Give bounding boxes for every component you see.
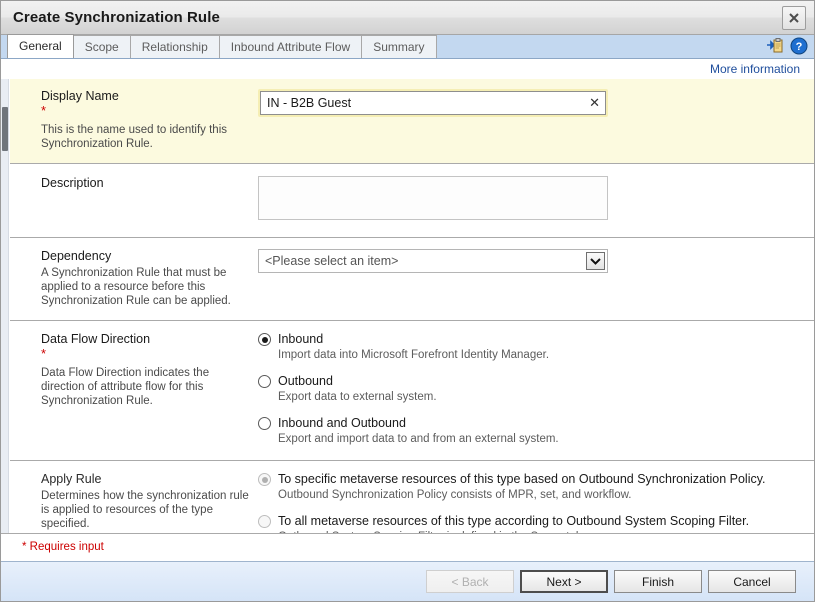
radio-apply-all	[258, 515, 271, 528]
display-name-required-marker: *	[41, 103, 47, 118]
create-synchronization-rule-dialog: Create Synchronization Rule General Scop…	[0, 0, 815, 602]
data-flow-required-marker: *	[41, 346, 47, 361]
radio-line-apply-specific: To specific metaverse resources of this …	[258, 472, 802, 486]
radio-apply-specific	[258, 473, 271, 486]
radio-inbound[interactable]	[258, 333, 271, 346]
close-icon[interactable]	[782, 6, 806, 30]
radio-row-inbound: Inbound Import data into Microsoft Foref…	[258, 332, 802, 362]
page-title: Create Synchronization Rule	[13, 9, 220, 26]
tab-relationship[interactable]: Relationship	[129, 35, 220, 58]
close-glyph	[789, 13, 799, 23]
title-bar: Create Synchronization Rule	[1, 1, 814, 35]
form-content: Display Name * This is the name used to …	[10, 79, 814, 533]
tab-strip-icons: ?	[766, 37, 808, 55]
section-apply-rule: Apply Rule Determines how the synchroniz…	[10, 461, 814, 533]
dialog-button-bar: < Back Next > Finish Cancel	[1, 561, 814, 601]
radio-line-outbound[interactable]: Outbound	[258, 374, 802, 388]
section-description: Description	[10, 164, 814, 238]
description-title: Description	[41, 176, 104, 190]
radio-line-inbound[interactable]: Inbound	[258, 332, 802, 346]
radio-inbound-label: Inbound	[278, 332, 324, 346]
radio-line-apply-all: To all metaverse resources of this type …	[258, 514, 802, 528]
chevron-down-icon[interactable]	[586, 252, 605, 270]
apply-rule-label-col: Apply Rule Determines how the synchroniz…	[22, 472, 252, 533]
apply-rule-description: Determines how the synchronization rule …	[41, 490, 249, 530]
radio-outbound[interactable]	[258, 375, 271, 388]
radio-apply-all-sublabel: Outbound System Scoping Filter is define…	[278, 530, 802, 533]
tab-strip: General Scope Relationship Inbound Attri…	[1, 34, 814, 59]
display-name-field-wrap: ✕	[258, 89, 608, 117]
tab-scope[interactable]: Scope	[72, 35, 131, 58]
dependency-selected-value: <Please select an item>	[265, 254, 399, 268]
apply-rule-title: Apply Rule	[41, 472, 102, 486]
radio-inbound-and-outbound-sublabel: Export and import data to and from an ex…	[278, 433, 559, 445]
display-name-title: Display Name	[41, 89, 119, 103]
more-information-link[interactable]: More information	[710, 62, 800, 76]
dependency-label-col: Dependency A Synchronization Rule that m…	[22, 249, 252, 308]
form-content-area: Display Name * This is the name used to …	[1, 79, 814, 533]
display-name-label-col: Display Name * This is the name used to …	[22, 89, 252, 151]
tab-inbound-attribute-flow[interactable]: Inbound Attribute Flow	[218, 35, 363, 58]
radio-apply-specific-label: To specific metaverse resources of this …	[278, 472, 766, 486]
help-icon[interactable]: ?	[790, 37, 808, 55]
finish-button[interactable]: Finish	[614, 570, 702, 593]
section-data-flow-direction: Data Flow Direction * Data Flow Directio…	[10, 321, 814, 461]
radio-row-inbound-and-outbound: Inbound and Outbound Export and import d…	[258, 416, 802, 446]
next-button[interactable]: Next >	[520, 570, 608, 593]
section-display-name: Display Name * This is the name used to …	[10, 79, 814, 164]
description-label-col: Description	[22, 176, 252, 223]
display-name-input-col: ✕	[252, 89, 802, 151]
radio-apply-specific-sublabel: Outbound Synchronization Policy consists…	[278, 489, 632, 501]
radio-inbound-and-outbound[interactable]	[258, 417, 271, 430]
radio-inbound-sublabel: Import data into Microsoft Forefront Ide…	[278, 349, 550, 361]
radio-row-outbound: Outbound Export data to external system.	[258, 374, 802, 404]
svg-text:?: ?	[796, 41, 803, 53]
cancel-button[interactable]: Cancel	[708, 570, 796, 593]
dependency-dropdown[interactable]: <Please select an item>	[258, 249, 608, 273]
description-input-col	[252, 176, 802, 223]
dependency-description: A Synchronization Rule that must be appl…	[41, 267, 231, 307]
description-textarea[interactable]	[258, 176, 608, 220]
section-dependency: Dependency A Synchronization Rule that m…	[10, 238, 814, 321]
data-flow-title: Data Flow Direction	[41, 332, 151, 346]
data-flow-label-col: Data Flow Direction * Data Flow Directio…	[22, 332, 252, 446]
radio-apply-all-label: To all metaverse resources of this type …	[278, 514, 750, 528]
clear-icon[interactable]: ✕	[589, 94, 600, 112]
radio-row-apply-all: To all metaverse resources of this type …	[258, 514, 802, 533]
display-name-description: This is the name used to identify this S…	[41, 124, 228, 150]
vertical-scrollbar[interactable]	[1, 79, 9, 533]
radio-outbound-label: Outbound	[278, 374, 333, 388]
data-flow-description: Data Flow Direction indicates the direct…	[41, 367, 210, 407]
back-button[interactable]: < Back	[426, 570, 514, 593]
paste-clipboard-icon[interactable]	[766, 37, 784, 55]
tab-general[interactable]: General	[7, 34, 74, 58]
radio-outbound-sublabel: Export data to external system.	[278, 391, 437, 403]
apply-rule-options-col: To specific metaverse resources of this …	[252, 472, 802, 533]
radio-line-inbound-and-outbound[interactable]: Inbound and Outbound	[258, 416, 802, 430]
radio-inbound-and-outbound-label: Inbound and Outbound	[278, 416, 406, 430]
tab-summary[interactable]: Summary	[361, 35, 437, 58]
display-name-input[interactable]	[260, 91, 606, 115]
dependency-input-col: <Please select an item>	[252, 249, 802, 308]
dependency-title: Dependency	[41, 249, 112, 263]
data-flow-options-col: Inbound Import data into Microsoft Foref…	[252, 332, 802, 446]
radio-row-apply-specific: To specific metaverse resources of this …	[258, 472, 802, 502]
requires-input-note: * Requires input	[1, 533, 814, 561]
more-information-row: More information	[1, 59, 814, 79]
vertical-scrollbar-thumb[interactable]	[2, 107, 8, 151]
